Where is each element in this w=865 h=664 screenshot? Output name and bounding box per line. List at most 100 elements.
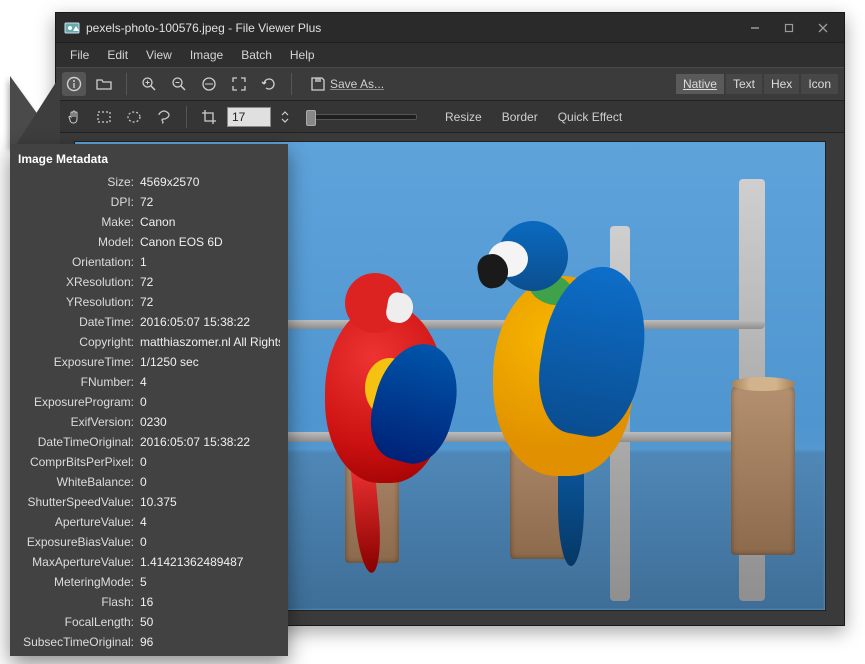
metadata-row: WhiteBalance:0 [18, 472, 280, 492]
view-mode-tabs: Native Text Hex Icon [676, 74, 838, 94]
tab-hex[interactable]: Hex [764, 74, 799, 94]
metadata-value: 72 [140, 192, 280, 212]
callout-pointer-shadow [14, 76, 60, 148]
tab-text[interactable]: Text [726, 74, 762, 94]
metadata-key: WhiteBalance: [18, 472, 140, 492]
fullscreen-icon[interactable] [227, 72, 251, 96]
app-icon [64, 20, 80, 36]
slider-thumb[interactable] [306, 110, 316, 126]
metadata-row: Size:4569x2570 [18, 172, 280, 192]
metadata-key: ShutterSpeedValue: [18, 492, 140, 512]
metadata-title: Image Metadata [18, 152, 280, 166]
metadata-key: Orientation: [18, 252, 140, 272]
primary-toolbar: Save As... Native Text Hex Icon [56, 67, 844, 101]
metadata-key: DPI: [18, 192, 140, 212]
metadata-value: 4569x2570 [140, 172, 280, 192]
metadata-row: DPI:72 [18, 192, 280, 212]
metadata-key: Flash: [18, 592, 140, 612]
zoom-out-icon[interactable] [167, 72, 191, 96]
stepper-icon[interactable] [277, 105, 293, 129]
metadata-key: Copyright: [18, 332, 140, 352]
metadata-value: 5 [140, 572, 280, 592]
metadata-panel: Image Metadata Size:4569x2570DPI:72Make:… [10, 144, 288, 656]
metadata-key: ApertureValue: [18, 512, 140, 532]
metadata-row: ExposureTime:1/1250 sec [18, 352, 280, 372]
metadata-row: MaxApertureValue:1.41421362489487 [18, 552, 280, 572]
menubar: File Edit View Image Batch Help [56, 43, 844, 67]
metadata-row: FNumber:4 [18, 372, 280, 392]
metadata-row: ExposureProgram:0 [18, 392, 280, 412]
rotate-icon[interactable] [257, 72, 281, 96]
metadata-row: Model:Canon EOS 6D [18, 232, 280, 252]
metadata-value: Canon EOS 6D [140, 232, 280, 252]
tab-native[interactable]: Native [676, 74, 724, 94]
metadata-row: XResolution:72 [18, 272, 280, 292]
tab-icon[interactable]: Icon [801, 74, 838, 94]
metadata-key: FocalLength: [18, 612, 140, 632]
metadata-key: SubsecTimeOriginal: [18, 632, 140, 652]
metadata-value: 96 [140, 632, 280, 652]
resize-button[interactable]: Resize [445, 110, 482, 124]
border-button[interactable]: Border [502, 110, 538, 124]
metadata-key: Size: [18, 172, 140, 192]
metadata-row: MeteringMode:5 [18, 572, 280, 592]
metadata-key: ComprBitsPerPixel: [18, 452, 140, 472]
metadata-value: 10.375 [140, 492, 280, 512]
save-as-button[interactable]: Save As... [310, 76, 384, 92]
crop-icon[interactable] [197, 105, 221, 129]
menu-help[interactable]: Help [282, 46, 323, 64]
metadata-value: 4 [140, 512, 280, 532]
metadata-value: 0230 [140, 412, 280, 432]
metadata-key: MaxApertureValue: [18, 552, 140, 572]
metadata-rows: Size:4569x2570DPI:72Make:CanonModel:Cano… [18, 172, 280, 652]
lasso-icon[interactable] [152, 105, 176, 129]
metadata-row: Flash:16 [18, 592, 280, 612]
metadata-value: 72 [140, 292, 280, 312]
metadata-row: ExposureBiasValue:0 [18, 532, 280, 552]
metadata-key: DateTime: [18, 312, 140, 332]
metadata-key: MeteringMode: [18, 572, 140, 592]
metadata-row: ComprBitsPerPixel:0 [18, 452, 280, 472]
metadata-row: ApertureValue:4 [18, 512, 280, 532]
metadata-value: matthiaszomer.nl All Rights Res [140, 332, 280, 352]
zoom-in-icon[interactable] [137, 72, 161, 96]
select-ellipse-icon[interactable] [122, 105, 146, 129]
metadata-value: 16 [140, 592, 280, 612]
metadata-row: YResolution:72 [18, 292, 280, 312]
menu-edit[interactable]: Edit [99, 46, 136, 64]
metadata-key: XResolution: [18, 272, 140, 292]
metadata-value: 1 [140, 252, 280, 272]
metadata-value: 2016:05:07 15:38:22 [140, 312, 280, 332]
titlebar: pexels-photo-100576.jpeg - File Viewer P… [56, 13, 844, 43]
metadata-row: FocalLength:50 [18, 612, 280, 632]
metadata-key: FNumber: [18, 372, 140, 392]
metadata-key: ExposureBiasValue: [18, 532, 140, 552]
metadata-key: YResolution: [18, 292, 140, 312]
metadata-row: Copyright:matthiaszomer.nl All Rights Re… [18, 332, 280, 352]
menu-batch[interactable]: Batch [233, 46, 280, 64]
metadata-key: Model: [18, 232, 140, 252]
metadata-key: DateTimeOriginal: [18, 432, 140, 452]
maximize-button[interactable] [774, 18, 804, 38]
metadata-value: 0 [140, 392, 280, 412]
zoom-slider[interactable] [307, 114, 417, 120]
select-rect-icon[interactable] [92, 105, 116, 129]
metadata-row: DateTimeOriginal:2016:05:07 15:38:22 [18, 432, 280, 452]
quick-effect-button[interactable]: Quick Effect [558, 110, 622, 124]
menu-image[interactable]: Image [182, 46, 231, 64]
open-folder-icon[interactable] [92, 72, 116, 96]
info-icon[interactable] [62, 72, 86, 96]
metadata-value: 0 [140, 532, 280, 552]
pan-hand-icon[interactable] [62, 105, 86, 129]
metadata-row: ShutterSpeedValue:10.375 [18, 492, 280, 512]
menu-view[interactable]: View [138, 46, 180, 64]
zoom-actual-icon[interactable] [197, 72, 221, 96]
menu-file[interactable]: File [62, 46, 97, 64]
metadata-row: SubsecTimeOriginal:96 [18, 632, 280, 652]
metadata-key: ExposureProgram: [18, 392, 140, 412]
close-button[interactable] [808, 18, 838, 38]
minimize-button[interactable] [740, 18, 770, 38]
crop-value-input[interactable] [227, 107, 271, 127]
metadata-row: DateTime:2016:05:07 15:38:22 [18, 312, 280, 332]
metadata-row: Orientation:1 [18, 252, 280, 272]
